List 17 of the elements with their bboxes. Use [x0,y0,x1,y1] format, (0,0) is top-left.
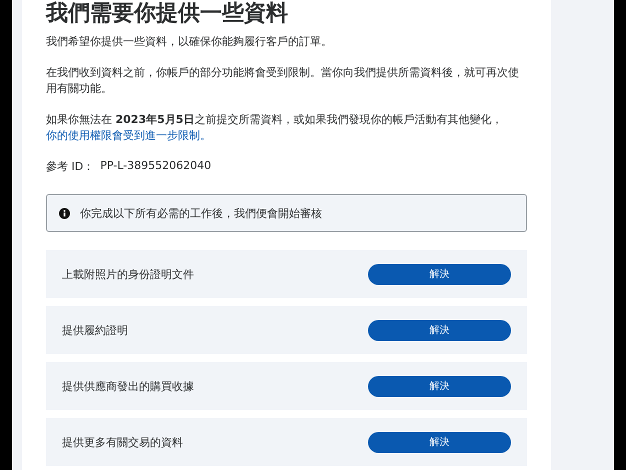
task-label: 提供更多有關交易的資料 [62,434,183,450]
reference-label: 參考 ID： [46,159,94,174]
paragraph: 我們希望你提供一些資料，以確保你能夠履行客戶的訂單。 [46,34,333,50]
restriction-link[interactable]: 你的使用權限會受到進一步限制。 [46,129,211,142]
reference-id: PP-L-389552062040 [100,159,212,174]
paragraph: 在我們收到資料之前，你帳戶的部分功能將會受到限制。當你向我們提供所需資料後，就可再次使用有關功能。 [46,65,520,97]
resolve-button[interactable]: 解決 [368,376,511,396]
task-label: 提供供應商發出的購買收據 [62,378,194,394]
paragraph: 如果你無法在 2023年5月5日之前提交所需資料，或如果我們發現你的帳戶活動有其他變化， 你的使用權限會受到進一步限制。 [46,112,504,144]
resolve-button[interactable]: 解決 [368,432,511,452]
notice-text: 你完成以下所有必需的工作後，我們便會開始審核 [80,206,322,220]
task-label: 上載附照片的身份證明文件 [62,266,194,282]
task-label: 提供履約證明 [62,322,128,338]
page-title: 我們需要你提供一些資料 [46,0,289,28]
resolve-button[interactable]: 解決 [368,320,511,340]
resolve-button[interactable]: 解決 [368,264,511,284]
info-icon [59,208,70,218]
